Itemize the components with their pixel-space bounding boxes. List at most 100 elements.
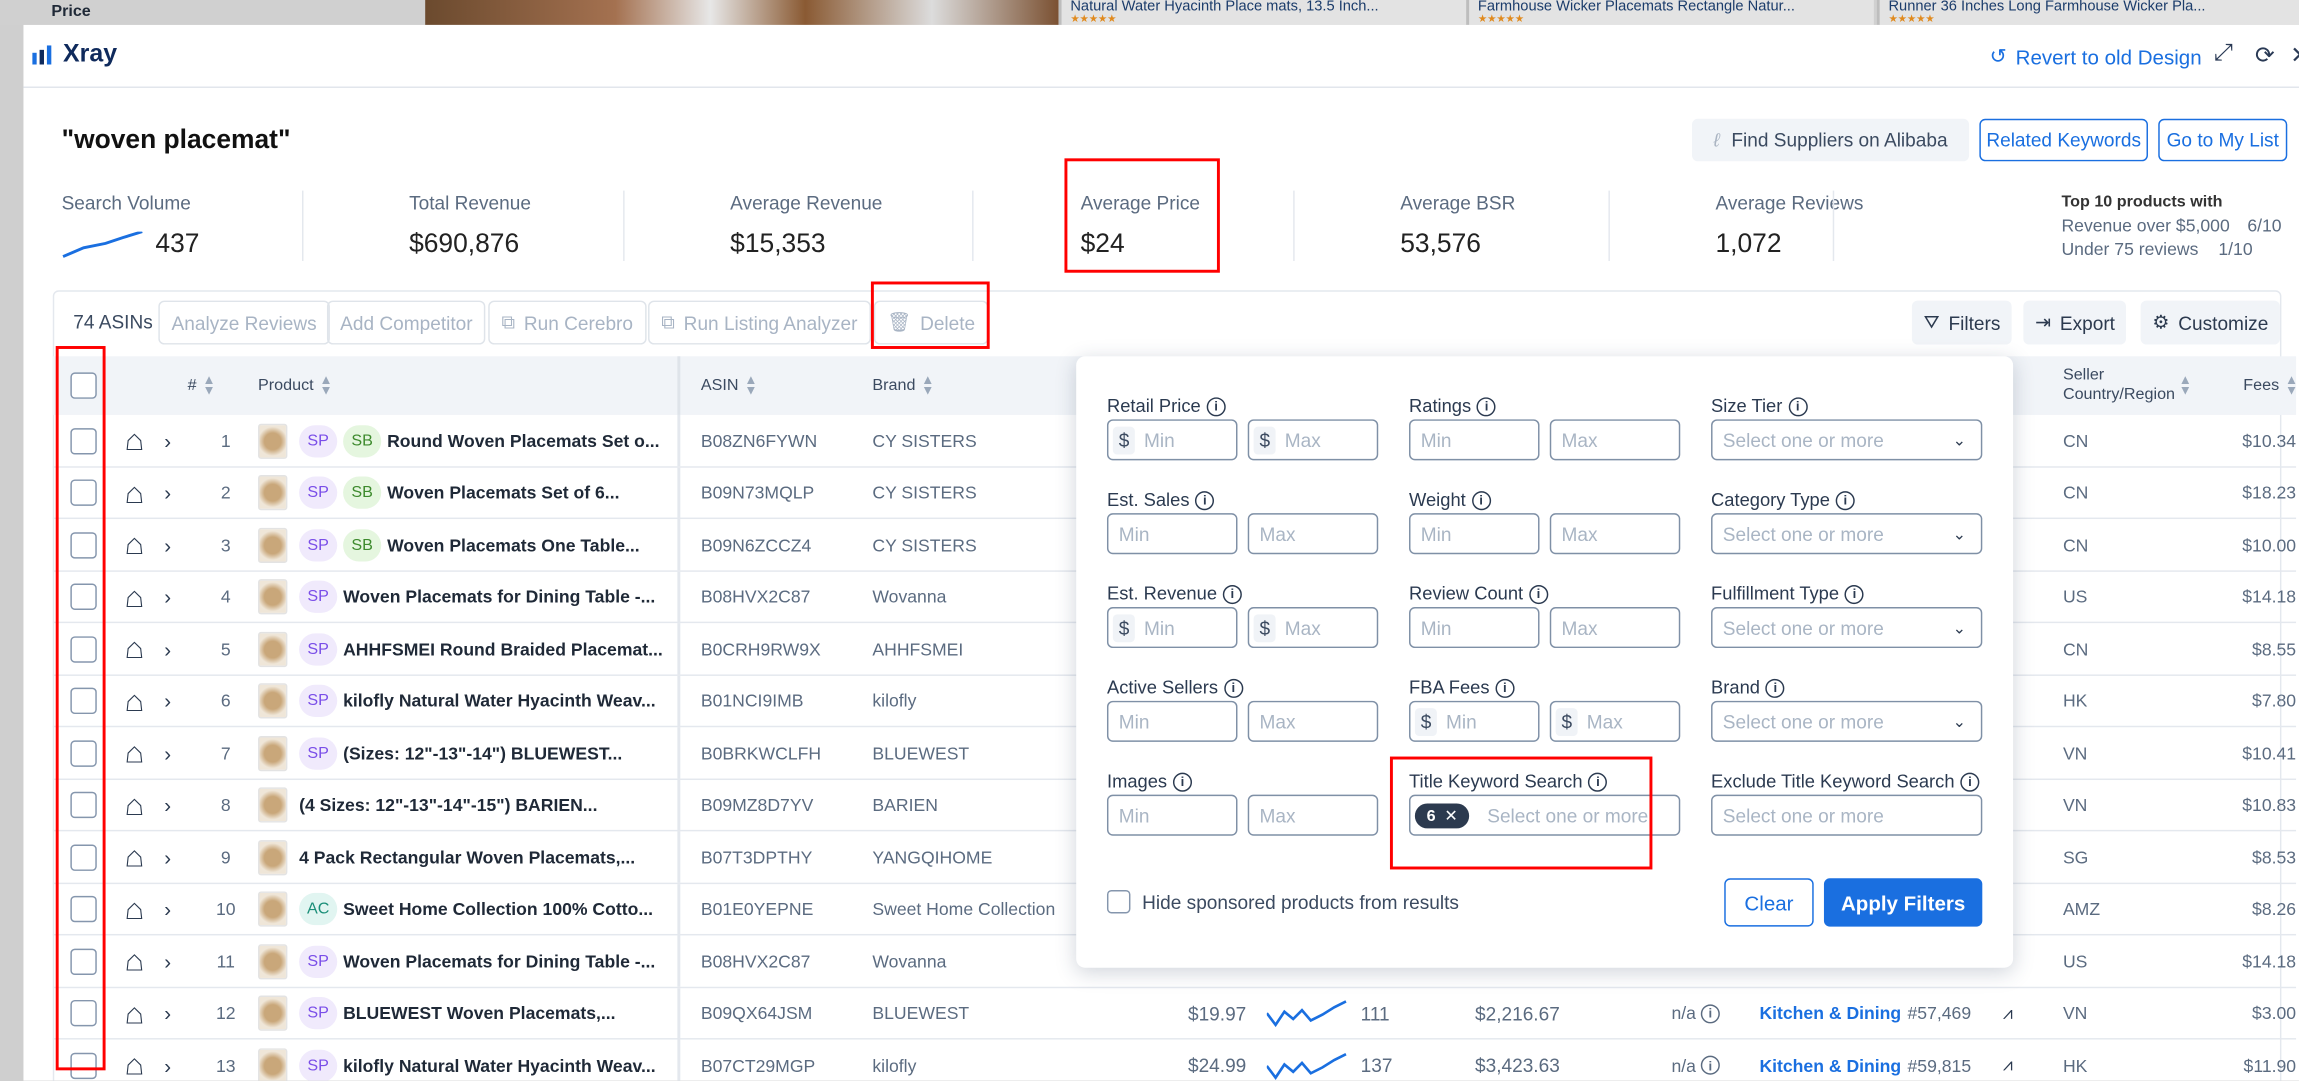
info-icon[interactable]: i [1172, 771, 1193, 792]
expand-chevron-icon[interactable]: › [164, 987, 171, 1038]
table-row[interactable]: ⛉ › 12 SP BLUEWEST Woven Placemats,... B09QX6… [52, 987, 2296, 1040]
filter-size-tier-select[interactable]: Select one or more ⌄ [1711, 419, 1983, 461]
product-cell[interactable]: SP SB Woven Placemats One Table... [258, 519, 674, 570]
clear-filters-button[interactable]: Clear [1724, 878, 1814, 927]
customize-button[interactable]: ⚙ Customize [2140, 300, 2281, 345]
product-title[interactable]: Woven Placemats for Dining Table -... [343, 951, 655, 972]
product-title[interactable]: Sweet Home Collection 100% Cotto... [343, 899, 653, 920]
product-title[interactable]: Round Woven Placemats Set o... [387, 430, 659, 451]
revert-design-link[interactable]: ↺ Revert to old Design [1990, 44, 2202, 69]
product-title[interactable]: 4 Pack Rectangular Woven Placemats,... [299, 847, 635, 868]
asin[interactable]: B0CRH9RW9X [701, 623, 821, 674]
filter-est-revenue-max-input[interactable]: $ Max [1247, 607, 1379, 649]
expand-chevron-icon[interactable]: › [164, 623, 171, 674]
product-cell[interactable]: SP kilofly Natural Water Hyacinth Weav... [258, 1040, 674, 1081]
find-suppliers-button[interactable]: ℓ Find Suppliers on Alibaba [1691, 118, 1970, 162]
product-thumbnail[interactable] [258, 839, 288, 875]
filter-fba-fees-max-input[interactable]: $ Max [1549, 700, 1681, 742]
column-seller-country[interactable]: Seller Country/Region ▲ ▼ [2063, 356, 2202, 415]
run-listing-analyzer-button[interactable]: ⧉ Run Listing Analyzer [648, 300, 871, 345]
expand-chevron-icon[interactable]: › [164, 727, 171, 778]
column-brand[interactable]: Brand ▲ ▼ [872, 356, 934, 415]
filter-category-type-select[interactable]: Select one or more ⌄ [1711, 513, 1983, 555]
product-thumbnail[interactable] [258, 891, 288, 927]
product-title[interactable]: kilofly Natural Water Hyacinth Weav... [343, 691, 656, 712]
asin[interactable]: B07CT29MGP [701, 1040, 815, 1081]
filter-fulfillment-type-select[interactable]: Select one or more ⌄ [1711, 607, 1983, 649]
column-product[interactable]: Product ▲ ▼ [258, 356, 333, 415]
filter-fba-fees-min-input[interactable]: $ Min [1409, 700, 1540, 742]
product-title[interactable]: Woven Placemats One Table... [387, 534, 640, 555]
analyze-reviews-button[interactable]: Analyze Reviews [158, 300, 330, 345]
bookmark-icon[interactable]: ⛉ [126, 779, 143, 830]
product-thumbnail[interactable] [258, 943, 288, 979]
close-icon[interactable]: ✕ [2290, 41, 2299, 70]
product-title[interactable]: (Sizes: 12"-13"-14") BLUEWEST... [343, 743, 622, 764]
related-keywords-button[interactable]: Related Keywords [1979, 118, 2148, 162]
asin[interactable]: B09N73MQLP [701, 467, 814, 518]
product-thumbnail[interactable] [258, 527, 288, 563]
filter-est-sales-max-input[interactable]: Max [1247, 513, 1379, 555]
product-cell[interactable]: SP SB Round Woven Placemats Set o... [258, 415, 674, 466]
product-cell[interactable]: SP SB Woven Placemats Set of 6... [258, 467, 674, 518]
bookmark-icon[interactable]: ⛉ [126, 571, 143, 622]
filter-retail-price-min-input[interactable]: $ Min [1106, 419, 1238, 461]
product-title[interactable]: AHHFSMEI Round Braided Placemat... [343, 639, 663, 660]
column-fees[interactable]: Fees ▲ ▼ [2243, 356, 2298, 415]
info-icon[interactable]: i [1223, 678, 1243, 698]
filter-images-min-input[interactable]: Min [1106, 794, 1238, 836]
info-icon[interactable]: i [1960, 771, 1980, 792]
go-to-my-list-button[interactable]: Go to My List [2158, 118, 2288, 162]
info-icon[interactable]: i [1788, 396, 1808, 416]
expand-chevron-icon[interactable]: › [164, 1040, 171, 1081]
product-title[interactable]: BLUEWEST Woven Placemats,... [343, 1003, 615, 1024]
filter-est-revenue-min-input[interactable]: $ Min [1106, 607, 1238, 649]
filter-active-sellers-max-input[interactable]: Max [1247, 700, 1379, 742]
filter-review-count-min-input[interactable]: Min [1409, 607, 1540, 649]
hide-sponsored-toggle[interactable]: Hide sponsored products from results [1106, 889, 1459, 914]
expand-chevron-icon[interactable]: › [164, 935, 171, 986]
bsr-chart-icon[interactable]: ⩘ [2003, 987, 2013, 1038]
filter-weight-min-input[interactable]: Min [1409, 513, 1540, 555]
asin[interactable]: B09N6ZCCZ4 [701, 519, 811, 570]
info-icon[interactable]: i [1477, 396, 1497, 416]
info-icon[interactable]: i [1195, 490, 1215, 510]
product-thumbnail[interactable] [258, 579, 288, 615]
product-cell[interactable]: (4 Sizes: 12"-13"-14"-15") BARIEN... [258, 779, 674, 830]
product-title[interactable]: kilofly Natural Water Hyacinth Weav... [343, 1055, 656, 1076]
product-thumbnail[interactable] [258, 787, 288, 823]
bookmark-icon[interactable]: ⛉ [126, 623, 143, 674]
expand-chevron-icon[interactable]: › [164, 571, 171, 622]
filter-images-max-input[interactable]: Max [1247, 794, 1379, 836]
bookmark-icon[interactable]: ⛉ [126, 1040, 143, 1081]
info-icon[interactable]: i [1206, 396, 1226, 416]
expand-chevron-icon[interactable]: › [164, 779, 171, 830]
bsr-chart-icon[interactable]: ⩘ [2003, 1040, 2013, 1081]
asin[interactable]: B01E0YEPNE [701, 883, 813, 934]
asin[interactable]: B07T3DPTHY [701, 831, 812, 882]
filter-active-sellers-min-input[interactable]: Min [1106, 700, 1238, 742]
expand-icon[interactable]: ⤢ [2214, 41, 2233, 67]
bookmark-icon[interactable]: ⛉ [126, 987, 143, 1038]
column-asin[interactable]: ASIN ▲ ▼ [701, 356, 758, 415]
filter-ratings-max-input[interactable]: Max [1549, 419, 1681, 461]
table-row[interactable]: ⛉ › 13 SP kilofly Natural Water Hyacinth Wea… [53, 1039, 2296, 1081]
product-cell[interactable]: SP AHHFSMEI Round Braided Placemat... [258, 623, 674, 674]
category-link[interactable]: Kitchen & Dining [1759, 1040, 1901, 1081]
filter-retail-price-max-input[interactable]: $ Max [1247, 419, 1379, 461]
filter-brand-select[interactable]: Select one or more ⌄ [1711, 700, 1983, 742]
bookmark-icon[interactable]: ⛉ [126, 675, 143, 726]
product-title[interactable]: Woven Placemats for Dining Table -... [343, 586, 655, 607]
expand-chevron-icon[interactable]: › [164, 883, 171, 934]
product-title[interactable]: (4 Sizes: 12"-13"-14"-15") BARIEN... [299, 795, 597, 816]
expand-chevron-icon[interactable]: › [164, 467, 171, 518]
product-cell[interactable]: SP kilofly Natural Water Hyacinth Weav... [258, 675, 674, 726]
asin[interactable]: B09QX64JSM [701, 987, 812, 1038]
info-icon[interactable]: i [1835, 490, 1855, 510]
info-icon[interactable]: i [1495, 678, 1515, 698]
product-thumbnail[interactable] [258, 631, 288, 667]
asin[interactable]: B08HVX2C87 [701, 571, 811, 622]
apply-filters-button[interactable]: Apply Filters [1823, 878, 1983, 927]
asin[interactable]: B08ZN6FYWN [701, 415, 817, 466]
column-num[interactable]: # ▲ ▼ [188, 356, 216, 415]
